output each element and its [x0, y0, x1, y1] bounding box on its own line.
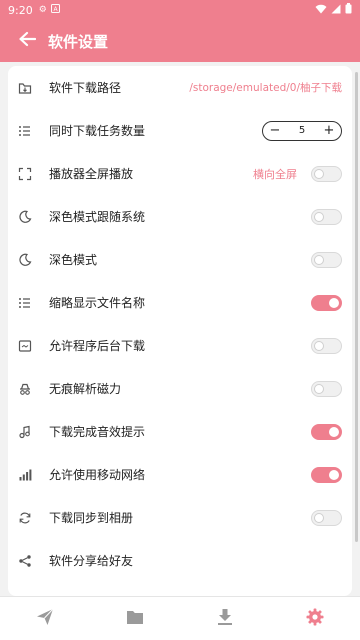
setting-no-trace-magnet: 无痕解析磁力 — [8, 367, 352, 410]
player-fullscreen-toggle[interactable] — [311, 165, 342, 182]
bottom-navigation — [0, 596, 360, 640]
settings-card: 软件下载路径 /storage/emulated/0/柚子下载 同时下载任务数量… — [8, 66, 352, 596]
wifi-icon — [315, 4, 327, 17]
back-button[interactable] — [12, 26, 42, 56]
task-count-value: 5 — [298, 125, 306, 136]
sync-icon — [18, 511, 32, 525]
mobile-network-toggle[interactable] — [311, 466, 342, 483]
setting-label: 允许使用移动网络 — [49, 468, 146, 482]
setting-label: 缩略显示文件名称 — [49, 296, 146, 310]
music-icon — [18, 425, 32, 439]
nav-item-download[interactable] — [180, 597, 270, 640]
setting-short-filename: 缩略显示文件名称 — [8, 281, 352, 324]
increment-button[interactable]: + — [323, 124, 335, 137]
setting-dark-follow-system: 深色模式跟随系统 — [8, 195, 352, 238]
setting-complete-sound: 下载完成音效提示 — [8, 410, 352, 453]
send-icon — [36, 608, 54, 630]
arrow-left-icon — [18, 31, 37, 51]
setting-label: 软件下载路径 — [49, 81, 122, 95]
fullscreen-icon — [18, 167, 32, 181]
background-download-toggle[interactable] — [311, 337, 342, 354]
setting-concurrent-tasks: 同时下载任务数量 − 5 + — [8, 109, 352, 152]
dark-follow-system-toggle[interactable] — [311, 208, 342, 225]
dark-mode-toggle[interactable] — [311, 251, 342, 268]
setting-label: 无痕解析磁力 — [49, 382, 122, 396]
status-bar: 9:20 ⚙ A — [0, 0, 360, 20]
folder-icon — [126, 609, 144, 629]
setting-label: 下载完成音效提示 — [49, 425, 146, 439]
setting-label: 深色模式 — [49, 253, 98, 267]
setting-share-app[interactable]: 软件分享给好友 — [8, 539, 352, 582]
setting-label: 软件分享给好友 — [49, 554, 134, 568]
setting-label: 播放器全屏播放 — [49, 167, 134, 181]
setting-dark-mode: 深色模式 — [8, 238, 352, 281]
list-icon — [18, 124, 32, 138]
notification-gear-icon: ⚙ — [38, 5, 47, 15]
sync-album-toggle[interactable] — [311, 509, 342, 526]
setting-label: 深色模式跟随系统 — [49, 210, 146, 224]
scrollbar[interactable] — [355, 72, 358, 542]
settings-gear-icon — [306, 608, 324, 630]
download-path-value[interactable]: /storage/emulated/0/柚子下载 — [189, 80, 342, 95]
nav-item-files[interactable] — [90, 597, 180, 640]
decrement-button[interactable]: − — [269, 124, 281, 137]
no-trace-magnet-toggle[interactable] — [311, 380, 342, 397]
setting-label: 同时下载任务数量 — [49, 124, 146, 138]
setting-download-path[interactable]: 软件下载路径 /storage/emulated/0/柚子下载 — [8, 66, 352, 109]
task-count-stepper: − 5 + — [262, 120, 342, 141]
download-icon — [217, 608, 233, 630]
setting-player-fullscreen: 播放器全屏播放 横向全屏 — [8, 152, 352, 195]
signal-bars-icon — [18, 468, 32, 482]
folder-download-icon — [18, 81, 32, 95]
setting-label: 下载同步到相册 — [49, 511, 134, 525]
list-icon — [18, 296, 32, 310]
signal-icon — [331, 4, 341, 17]
nav-item-send[interactable] — [0, 597, 90, 640]
share-icon — [18, 554, 32, 568]
complete-sound-toggle[interactable] — [311, 423, 342, 440]
setting-sync-album: 下载同步到相册 — [8, 496, 352, 539]
status-time: 9:20 — [8, 3, 33, 17]
nav-item-settings[interactable] — [270, 597, 360, 640]
setting-mobile-network: 允许使用移动网络 — [8, 453, 352, 496]
moon-icon — [18, 253, 32, 267]
incognito-icon — [18, 382, 32, 396]
svg-text:A: A — [53, 6, 58, 13]
setting-label: 允许程序后台下载 — [49, 339, 146, 353]
window-icon — [18, 339, 32, 353]
moon-icon — [18, 210, 32, 224]
notification-a-icon: A — [50, 4, 60, 16]
battery-icon — [345, 3, 352, 17]
short-filename-toggle[interactable] — [311, 294, 342, 311]
app-bar: 软件设置 — [0, 20, 360, 62]
page-title: 软件设置 — [48, 32, 109, 51]
setting-background-download: 允许程序后台下载 — [8, 324, 352, 367]
fullscreen-mode-value[interactable]: 横向全屏 — [253, 166, 297, 182]
